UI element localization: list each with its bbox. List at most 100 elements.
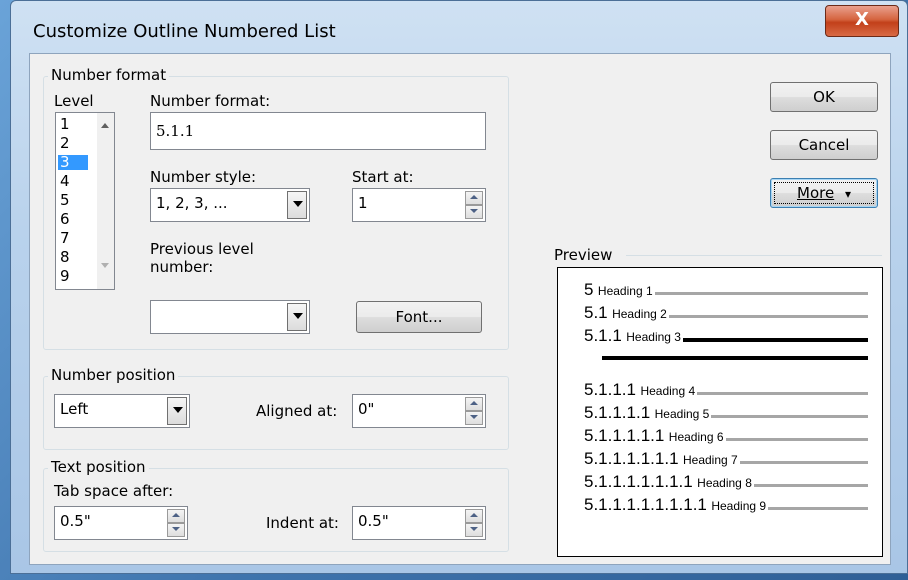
preview-line: 5.1.1.1 Heading 4 [584,380,695,400]
number-style-dropdown[interactable]: 1, 2, 3, ... [150,188,310,222]
previous-level-dropdown[interactable] [150,300,310,334]
preview-heading: Heading 2 [612,307,667,321]
ok-button[interactable]: OK [770,82,878,112]
preview-heading: Heading 1 [597,284,653,298]
level-item-9[interactable]: 9 [58,269,88,284]
level-item-5[interactable]: 5 [58,193,88,208]
aligned-at-spinner[interactable]: 0" [352,394,486,428]
preview-line: 5.1 Heading 2 [584,303,667,323]
chevron-down-icon[interactable] [167,397,187,425]
preview-label: Preview [554,246,613,264]
previous-level-label: Previous level [150,240,254,258]
spin-up-icon[interactable] [465,397,483,411]
more-button[interactable]: More ▾ [770,178,878,208]
preview-line: 5.1.1.1.1.1.1 Heading 7 [584,449,738,469]
preview-heading: Heading 7 [682,453,738,467]
spin-down-icon[interactable] [465,205,483,219]
preview-number: 5.1.1.1 [584,380,636,399]
number-format-input[interactable]: 5.1.1 [150,112,486,150]
level-item-2[interactable]: 2 [58,136,88,151]
preview-text-bar [683,338,868,342]
level-item-3[interactable]: 3 [58,155,88,170]
tab-space-value: 0.5" [60,512,91,530]
preview-text-bar [655,292,868,295]
preview-number: 5.1.1.1.1.1.1 [584,449,679,468]
preview-line: 5.1.1.1.1 Heading 5 [584,403,709,423]
preview-heading: Heading 9 [711,499,767,513]
previous-level-label-line2: number: [150,258,214,276]
level-label: Level [54,92,94,110]
preview-heading: Heading 6 [668,430,724,444]
indent-at-value: 0.5" [358,512,389,530]
close-button[interactable]: X [825,5,899,37]
preview-rule [626,255,882,256]
level-scrollbar[interactable] [97,113,114,289]
preview-number: 5.1.1.1.1.1.1.1.1 [584,495,707,514]
start-at-spinner[interactable]: 1 [352,188,486,222]
level-item-1[interactable]: 1 [58,117,88,132]
text-position-group-label: Text position [48,458,149,476]
preview-line: 5.1.1.1.1.1 Heading 6 [584,426,724,446]
close-icon: X [855,9,869,30]
chevron-down-icon[interactable] [287,303,307,331]
font-button[interactable]: Font... [356,301,482,333]
level-listbox[interactable]: 1 2 3 4 5 6 7 8 9 [55,112,115,290]
aligned-at-label: Aligned at: [256,402,338,420]
preview-line: 5.1.1.1.1.1.1.1.1 Heading 9 [584,495,766,515]
spin-down-icon[interactable] [465,411,483,425]
preview-number: 5.1.1 [584,326,622,345]
level-item-7[interactable]: 7 [58,231,88,246]
indent-at-spinner[interactable]: 0.5" [352,506,486,540]
preview-line: 5.1.1.1.1.1.1.1 Heading 8 [584,472,752,492]
number-format-group-label: Number format [48,66,170,84]
preview-number: 5.1.1.1.1.1 [584,426,665,445]
preview-text-bar [768,507,868,510]
preview-text-bar [711,415,868,418]
preview-heading: Heading 8 [697,476,752,490]
number-alignment-dropdown[interactable]: Left [54,394,190,428]
spin-up-icon[interactable] [465,509,483,523]
spin-down-icon[interactable] [167,523,185,537]
level-item-4[interactable]: 4 [58,174,88,189]
focus-rectangle [774,182,874,204]
number-style-value: 1, 2, 3, ... [156,194,228,212]
scroll-down-icon[interactable] [101,263,109,268]
preview-text-bar [726,438,868,441]
start-at-value: 1 [358,194,368,212]
start-at-label: Start at: [352,168,414,186]
indent-at-label: Indent at: [266,514,339,532]
level-item-6[interactable]: 6 [58,212,88,227]
title-bar: Customize Outline Numbered List X [11,1,907,61]
tab-space-spinner[interactable]: 0.5" [54,506,188,540]
preview-heading: Heading 3 [626,330,681,344]
spin-up-icon[interactable] [465,191,483,205]
preview-number: 5 [584,280,594,299]
cancel-button[interactable]: Cancel [770,130,878,160]
scroll-up-icon[interactable] [101,123,109,128]
preview-pane: 5 Heading 1 5.1 Heading 2 5.1.1 Heading 35… [557,267,883,557]
preview-number: 5.1.1.1.1.1.1.1 [584,472,693,491]
preview-text-continuation [602,356,868,360]
preview-text-bar [754,484,868,487]
preview-heading: Heading 5 [654,407,710,421]
preview-line: 5 Heading 1 [584,280,653,300]
dialog-title: Customize Outline Numbered List [33,21,336,42]
spin-up-icon[interactable] [167,509,185,523]
number-alignment-value: Left [60,400,89,418]
number-format-value: 5.1.1 [156,122,195,140]
preview-text-bar [697,392,868,395]
chevron-down-icon[interactable] [287,191,307,219]
preview-text-bar [740,461,868,464]
preview-line: 5.1.1 Heading 3 [584,326,681,346]
level-item-8[interactable]: 8 [58,250,88,265]
tab-space-label: Tab space after: [54,482,174,500]
number-format-label: Number format: [150,92,271,110]
number-position-group-label: Number position [48,366,179,384]
preview-text-bar [669,315,868,318]
aligned-at-value: 0" [358,400,375,418]
dialog-client-area: Number format Level 1 2 3 4 5 6 7 8 9 Number for… [29,53,891,565]
dialog-window: Customize Outline Numbered List X Number… [10,0,908,574]
preview-number: 5.1.1.1.1 [584,403,651,422]
preview-number: 5.1 [584,303,608,322]
spin-down-icon[interactable] [465,523,483,537]
